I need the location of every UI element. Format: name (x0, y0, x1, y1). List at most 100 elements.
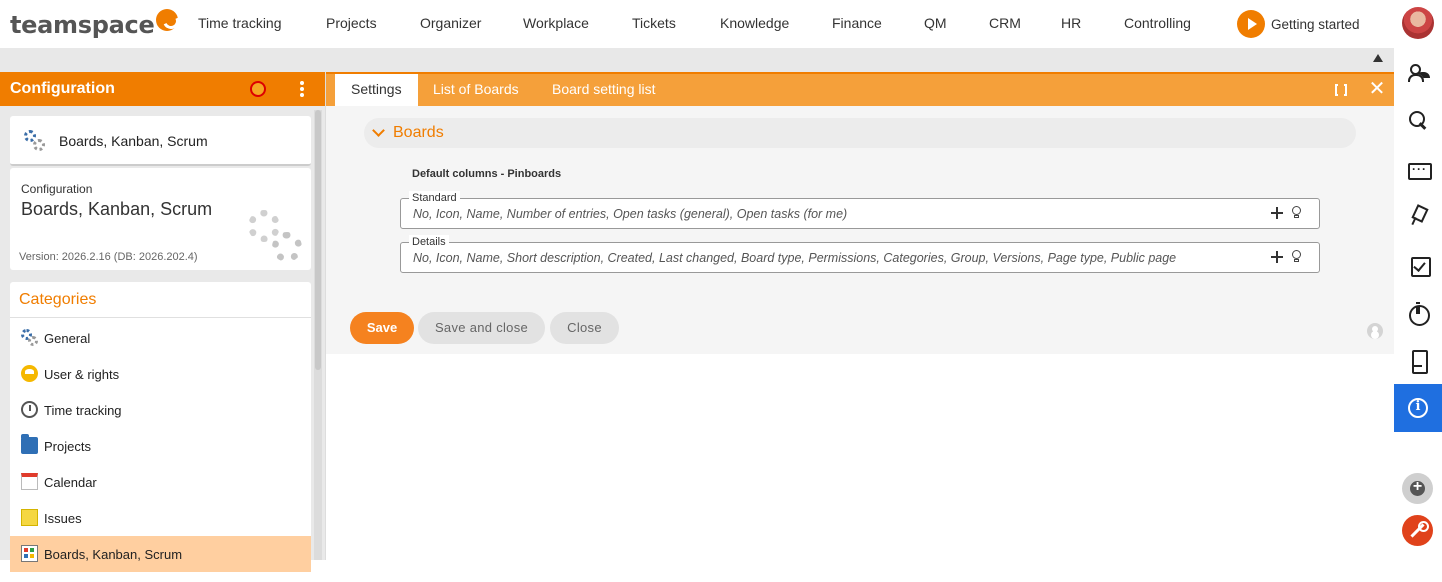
close-icon[interactable]: ✕ (1368, 79, 1386, 99)
category-general[interactable]: General (10, 320, 311, 356)
briefcase-icon (1408, 158, 1432, 180)
rail-info[interactable] (1394, 384, 1442, 432)
user-icon[interactable] (1367, 323, 1383, 339)
category-label: User & rights (44, 367, 120, 382)
boards-section-header[interactable]: Boards (364, 118, 1356, 148)
tab-list-of-boards[interactable]: List of Boards (433, 74, 519, 106)
tab-settings[interactable]: Settings (335, 74, 418, 106)
gears-icon (21, 329, 38, 346)
nav-hr[interactable]: HR (1061, 0, 1081, 48)
phone-icon (1408, 350, 1428, 374)
pin-icon (1408, 206, 1428, 226)
divider (10, 317, 311, 318)
settings-window: Settings List of Boards Board setting li… (325, 72, 1395, 560)
stopwatch-icon (1408, 302, 1430, 326)
people-icon (1408, 62, 1428, 82)
section-title: Boards (393, 124, 444, 141)
play-icon (1237, 10, 1265, 38)
rail-people[interactable] (1394, 48, 1442, 96)
nav-finance[interactable]: Finance (832, 0, 882, 48)
selected-config-label: Boards, Kanban, Scrum (59, 133, 208, 149)
collapse-up-icon[interactable] (1373, 54, 1383, 62)
field-legend: Details (409, 235, 449, 249)
add-icon[interactable] (1270, 206, 1284, 220)
rail-pin[interactable] (1394, 192, 1442, 240)
save-and-close-button[interactable]: Save and close (418, 312, 545, 344)
rail-phone[interactable] (1394, 336, 1442, 384)
user-avatar[interactable] (1402, 7, 1434, 39)
field-legend: Standard (409, 191, 460, 205)
nav-projects[interactable]: Projects (326, 0, 377, 48)
collapse-strip (0, 48, 1394, 72)
logo-mark-icon (156, 9, 179, 31)
close-button[interactable]: Close (550, 312, 619, 344)
nav-tickets[interactable]: Tickets (632, 0, 676, 48)
field-value: No, Icon, Name, Number of entries, Open … (413, 207, 848, 221)
rail-search[interactable] (1394, 96, 1442, 144)
user-rights-icon (21, 365, 38, 382)
category-calendar[interactable]: Calendar (10, 464, 311, 500)
nav-knowledge[interactable]: Knowledge (720, 0, 789, 48)
nav-crm[interactable]: CRM (989, 0, 1021, 48)
categories-card: Categories General User & rights Time tr… (10, 282, 311, 582)
tab-board-setting-list[interactable]: Board setting list (552, 74, 656, 106)
getting-started-button[interactable]: Getting started (1237, 10, 1360, 38)
category-user-rights[interactable]: User & rights (10, 356, 311, 392)
configuration-panel: Configuration Boards, Kanban, Scrum Conf… (0, 72, 325, 582)
lightbulb-icon[interactable] (1292, 206, 1301, 219)
scrollbar-thumb[interactable] (315, 110, 321, 370)
wrench-icon[interactable] (1402, 515, 1433, 546)
info-icon (1408, 398, 1428, 418)
category-boards-kanban-scrum[interactable]: Boards, Kanban, Scrum (10, 536, 311, 572)
config-label: Configuration (21, 182, 93, 196)
teamspace-logo[interactable]: teamspace (10, 9, 179, 40)
category-issues[interactable]: Issues (10, 500, 311, 536)
task-check-icon (1408, 254, 1431, 277)
nav-controlling[interactable]: Controlling (1124, 0, 1191, 48)
calendar-icon (21, 473, 38, 490)
expand-icon[interactable] (1335, 82, 1347, 98)
selected-config-item[interactable]: Boards, Kanban, Scrum (10, 116, 311, 166)
category-projects[interactable]: Projects (10, 428, 311, 464)
details-columns-field[interactable]: Details No, Icon, Name, Short descriptio… (400, 235, 1320, 273)
nav-organizer[interactable]: Organizer (420, 0, 481, 48)
add-circle-icon[interactable] (1402, 473, 1433, 504)
gears-icon (24, 130, 46, 152)
category-label: Projects (44, 439, 91, 454)
sticky-note-icon (21, 509, 38, 526)
nav-time-tracking[interactable]: Time tracking (198, 0, 282, 48)
nav-workplace[interactable]: Workplace (523, 0, 589, 48)
logo-text: teamspace (10, 11, 155, 39)
save-button[interactable]: Save (350, 312, 414, 344)
panel-title: Configuration (10, 80, 115, 97)
chevron-down-icon (372, 124, 385, 137)
config-name: Boards, Kanban, Scrum (21, 199, 213, 219)
left-scrollbar[interactable] (314, 110, 322, 560)
category-label: Time tracking (44, 403, 122, 418)
add-icon[interactable] (1270, 250, 1284, 264)
category-time-tracking[interactable]: Time tracking (10, 392, 311, 428)
category-label: Calendar (44, 475, 97, 490)
stopwatch-icon (21, 401, 38, 418)
rail-tasks[interactable] (1394, 240, 1442, 288)
standard-columns-field[interactable]: Standard No, Icon, Name, Number of entri… (400, 191, 1320, 229)
search-icon (1408, 110, 1428, 130)
folder-icon (21, 434, 38, 454)
bug-icon[interactable] (250, 81, 266, 97)
rail-briefcase[interactable] (1394, 144, 1442, 192)
nav-qm[interactable]: QM (924, 0, 947, 48)
lightbulb-icon[interactable] (1292, 250, 1301, 263)
config-info-card: Configuration Boards, Kanban, Scrum Vers… (10, 168, 311, 270)
category-label: General (44, 331, 91, 346)
default-columns-heading: Default columns - Pinboards (412, 168, 562, 180)
rail-stopwatch[interactable] (1394, 288, 1442, 336)
categories-title: Categories (19, 291, 97, 308)
gears-watermark-icon (246, 206, 306, 266)
field-value: No, Icon, Name, Short description, Creat… (413, 251, 1177, 265)
version-text: Version: 2026.2.16 (DB: 2026.202.4) (19, 251, 198, 263)
configuration-header: Configuration (0, 72, 325, 106)
category-label: Issues (44, 511, 82, 526)
tab-bar: Settings List of Boards Board setting li… (326, 72, 1395, 106)
more-menu-icon[interactable] (299, 81, 305, 99)
board-icon (21, 545, 38, 562)
